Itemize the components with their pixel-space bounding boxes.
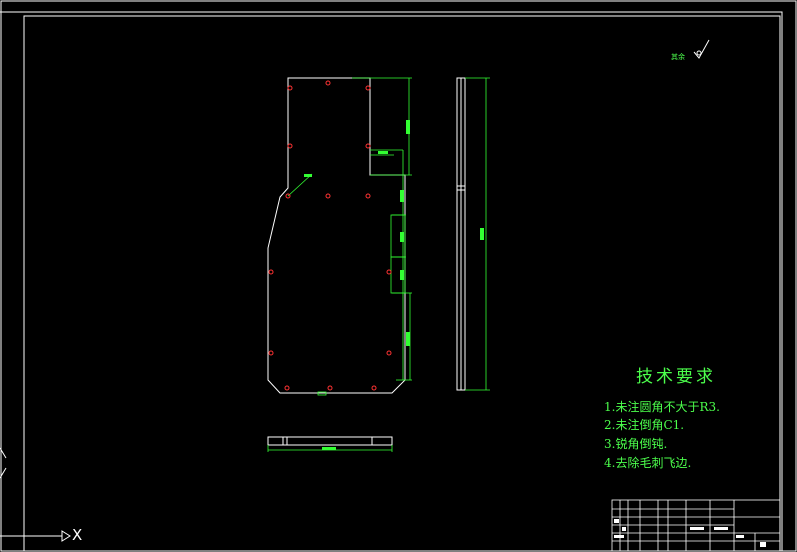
plate-side-view — [456, 77, 466, 391]
hole — [325, 80, 331, 86]
hole — [386, 350, 392, 356]
title-block — [611, 499, 781, 552]
hole — [386, 269, 392, 275]
hole — [268, 350, 274, 356]
mounting-holes — [268, 80, 392, 391]
hole — [287, 85, 293, 91]
plate-bottom-view — [267, 436, 393, 446]
front-view-dimensions — [287, 77, 412, 396]
plate-front-view — [267, 77, 406, 394]
requirement-item: 4.去除毛刺飞边. — [604, 456, 692, 470]
hole — [365, 143, 371, 149]
hole — [287, 143, 293, 149]
ucs-axis-icon — [0, 447, 71, 542]
hole — [365, 85, 371, 91]
x-axis-label: X — [72, 526, 83, 544]
hole — [284, 385, 290, 391]
hole — [365, 193, 371, 199]
hole — [268, 269, 274, 275]
requirements-title: 技术要求 — [636, 367, 716, 387]
requirement-item: 2.未注倒角C1. — [604, 418, 685, 432]
roughness-symbol — [693, 39, 710, 59]
roughness-label: 其余 — [671, 53, 685, 61]
side-view-dimensions — [465, 77, 490, 391]
requirement-item: 3.锐角倒钝. — [604, 437, 668, 451]
hole — [327, 385, 333, 391]
hole — [325, 193, 331, 199]
hole — [371, 385, 377, 391]
requirement-item: 1.未注圆角不大于R3. — [604, 400, 720, 414]
